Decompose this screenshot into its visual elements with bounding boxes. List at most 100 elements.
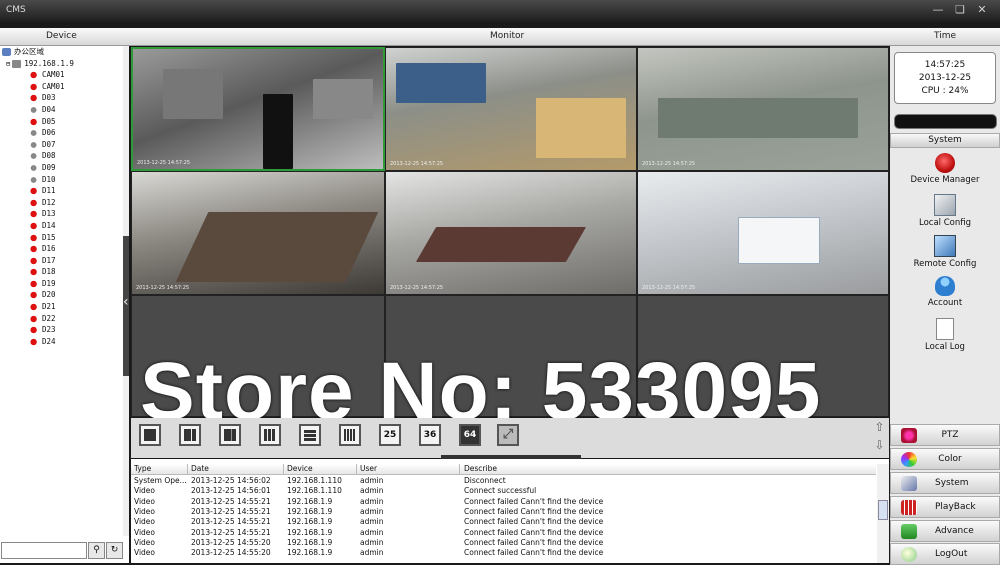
system-button[interactable]: System [890, 472, 1000, 494]
video-channel-1[interactable]: 2013-12-25 14:57:25 [131, 47, 385, 171]
log-row[interactable]: System Ope... 2013-12-25 14:56:02 192.168.… [131, 476, 876, 486]
collapse-left-icon[interactable]: ‹ [123, 294, 129, 310]
log-cell-user: admin [360, 496, 384, 506]
col-device[interactable]: Device [287, 464, 313, 474]
tree-channel[interactable]: D19 [2, 278, 124, 290]
cpu-usage: CPU : 24% [921, 86, 969, 96]
tree-channel[interactable]: CAM01 [2, 81, 124, 93]
device-manager-button[interactable]: Device Manager [890, 153, 1000, 193]
advance-button[interactable]: Advance [890, 520, 1000, 542]
col-separator[interactable] [283, 464, 284, 474]
tree-channel[interactable]: D16 [2, 243, 124, 255]
tree-channel-label: D04 [42, 104, 56, 114]
tree-channel[interactable]: D17 [2, 255, 124, 267]
layout-scroll[interactable]: ⇧ ⇩ [870, 418, 889, 458]
log-scrollbar-thumb[interactable] [878, 500, 888, 520]
device-tree: 办公区域 ⊟ 192.168.1.9 CAM01 CAM01 D03 D04 D05 D06… [2, 46, 124, 536]
minimize-icon[interactable]: — [930, 3, 946, 17]
col-type[interactable]: Type [134, 464, 151, 474]
tree-channel[interactable]: D06 [2, 127, 124, 139]
account-button[interactable]: Account [890, 276, 1000, 316]
tree-channel[interactable]: D15 [2, 232, 124, 244]
video-channel-6[interactable]: 2013-12-25 14:57:25 [637, 171, 889, 295]
tree-channel[interactable]: D24 [2, 336, 124, 348]
tree-channel[interactable]: D22 [2, 313, 124, 325]
log-row[interactable]: Video 2013-12-25 14:55:20 192.168.1.9 admin… [131, 538, 876, 548]
logout-button[interactable]: LogOut [890, 543, 1000, 565]
collapse-icon[interactable]: ⊟ [6, 60, 10, 68]
log-row[interactable]: Video 2013-12-25 14:55:20 192.168.1.9 admin… [131, 548, 876, 558]
tree-channel[interactable]: D13 [2, 208, 124, 220]
tree-channel-label: D22 [42, 313, 56, 323]
log-row[interactable]: Video 2013-12-25 14:55:21 192.168.1.9 admin… [131, 507, 876, 517]
video-channel-3[interactable]: 2013-12-25 14:57:25 [637, 47, 889, 171]
camera-alarm-icon [30, 198, 39, 207]
playback-button[interactable]: PlayBack [890, 496, 1000, 518]
system-tab[interactable]: System [890, 133, 1000, 148]
tree-channel[interactable]: D08 [2, 150, 124, 162]
layout-6-button[interactable] [219, 424, 241, 446]
log-scrollbar[interactable] [877, 464, 889, 563]
tree-channel[interactable]: D20 [2, 289, 124, 301]
col-date[interactable]: Date [191, 464, 209, 474]
local-log-button[interactable]: Local Log [890, 318, 1000, 358]
tree-channel[interactable]: CAM01 [2, 69, 124, 81]
color-button[interactable]: Color [890, 448, 1000, 470]
tree-channel[interactable]: D14 [2, 220, 124, 232]
tree-channel[interactable]: D11 [2, 185, 124, 197]
ptz-button[interactable]: PTZ [890, 424, 1000, 446]
tree-host[interactable]: ⊟ 192.168.1.9 [2, 58, 124, 70]
tree-channel-label: D12 [42, 197, 56, 207]
search-icon[interactable]: ⚲ [88, 542, 105, 559]
video-channel-2[interactable]: 2013-12-25 14:57:25 [385, 47, 637, 171]
col-separator[interactable] [459, 464, 460, 474]
log-resize-handle[interactable] [441, 455, 581, 459]
layout-8-button[interactable] [259, 424, 281, 446]
log-row[interactable]: Video 2013-12-25 14:55:21 192.168.1.9 admin… [131, 497, 876, 507]
fullscreen-icon[interactable]: ⤢ [497, 424, 519, 446]
tree-channel[interactable]: D05 [2, 116, 124, 128]
close-icon[interactable]: ✕ [974, 3, 990, 17]
device-search-input[interactable] [1, 542, 87, 559]
restore-icon[interactable]: ❏ [952, 3, 968, 17]
video-channel-5[interactable]: 2013-12-25 14:57:25 [385, 171, 637, 295]
col-user[interactable]: User [360, 464, 377, 474]
tree-channel[interactable]: D07 [2, 139, 124, 151]
tree-channel[interactable]: D04 [2, 104, 124, 116]
col-separator[interactable] [187, 464, 188, 474]
arrow-up-icon[interactable]: ⇧ [870, 418, 889, 436]
log-cell-describe: Connect failed Cann't find the device [464, 527, 604, 537]
tree-channel[interactable]: D10 [2, 174, 124, 186]
log-cell-date: 2013-12-25 14:55:21 [191, 506, 271, 516]
video-channel-4[interactable]: 2013-12-25 14:57:25 [131, 171, 385, 295]
layout-64-button[interactable]: 64 [459, 424, 481, 446]
tree-root[interactable]: 办公区域 [2, 46, 124, 58]
layout-16-button[interactable] [339, 424, 361, 446]
log-row[interactable]: Video 2013-12-25 14:55:21 192.168.1.9 admin… [131, 528, 876, 538]
tree-channel[interactable]: D03 [2, 92, 124, 104]
tree-channel[interactable]: D18 [2, 266, 124, 278]
tree-scrollbar[interactable] [123, 46, 129, 536]
video-feed: 2013-12-25 14:57:25 [386, 48, 636, 170]
tree-channel[interactable]: D12 [2, 197, 124, 209]
tree-channel[interactable]: D23 [2, 324, 124, 336]
layout-36-button[interactable]: 36 [419, 424, 441, 446]
col-separator[interactable] [356, 464, 357, 474]
tree-channel[interactable]: D21 [2, 301, 124, 313]
refresh-icon[interactable]: ↻ [106, 542, 123, 559]
camera-alarm-icon [30, 268, 39, 277]
log-row[interactable]: Video 2013-12-25 14:55:21 192.168.1.9 admin… [131, 517, 876, 527]
tree-channel-label: D13 [42, 209, 56, 219]
remote-config-button[interactable]: Remote Config [890, 235, 1000, 275]
layout-2x2-button[interactable] [179, 424, 201, 446]
system-label: System [935, 478, 969, 488]
log-row[interactable]: Video 2013-12-25 14:56:01 192.168.1.110 adm… [131, 486, 876, 496]
layout-25-button[interactable]: 25 [379, 424, 401, 446]
scene-reception-desk [738, 217, 820, 264]
tree-channel[interactable]: D09 [2, 162, 124, 174]
layout-1x1-button[interactable] [139, 424, 161, 446]
local-config-button[interactable]: Local Config [890, 194, 1000, 234]
col-describe[interactable]: Describe [464, 464, 497, 474]
arrow-down-icon[interactable]: ⇩ [870, 436, 889, 454]
layout-9-button[interactable] [299, 424, 321, 446]
